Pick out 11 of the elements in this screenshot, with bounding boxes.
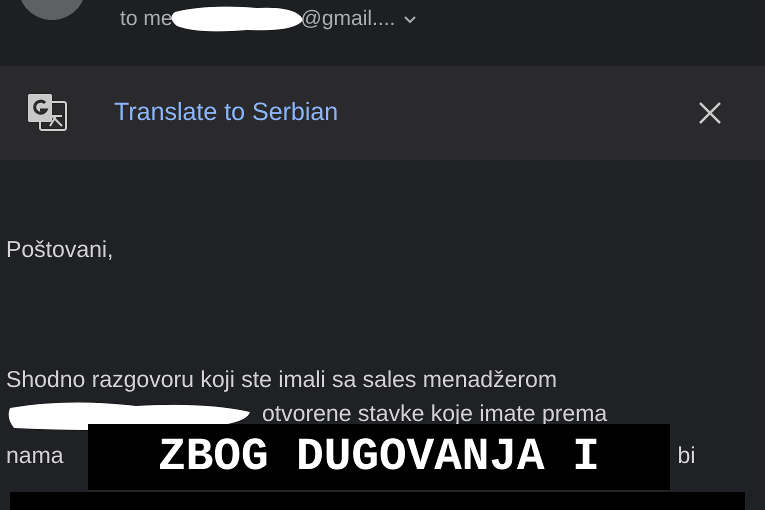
recipient-address: @gmail....	[300, 6, 396, 32]
recipient-label: to me	[120, 6, 173, 32]
body-text: bi	[678, 440, 696, 470]
translate-link[interactable]: Translate to Serbian	[114, 94, 338, 132]
close-icon[interactable]	[697, 100, 723, 126]
body-text: nama	[6, 440, 64, 470]
chevron-icon[interactable]	[403, 14, 418, 24]
caption: ZBOG DUGOVANJA I	[88, 424, 670, 490]
greeting: Poštovani,	[6, 235, 114, 264]
body-line: Shodno razgovoru koji ste imali sa sales menadžerom	[6, 364, 558, 394]
translate-icon	[26, 92, 68, 134]
